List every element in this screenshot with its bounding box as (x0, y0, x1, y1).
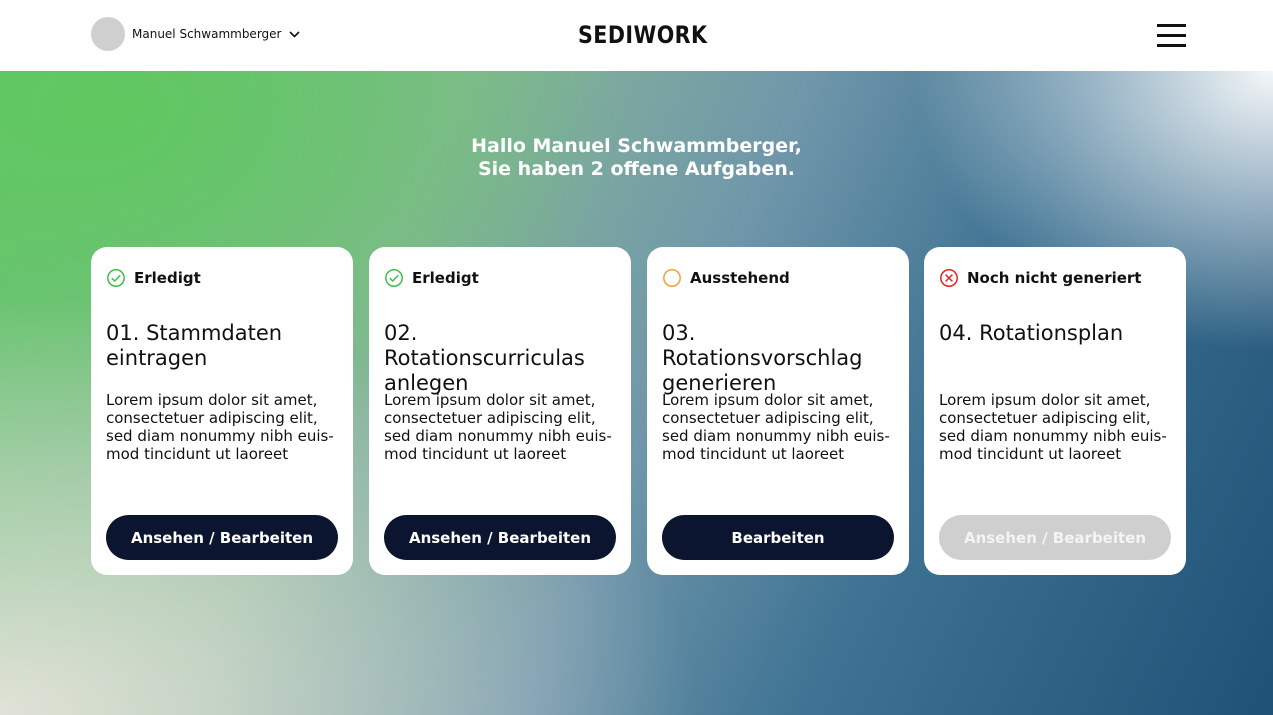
status-badge: Erledigt (106, 268, 201, 288)
avatar[interactable] (91, 17, 125, 51)
dashboard: Hallo Manuel Schwammberger, Sie haben 2 … (0, 71, 1273, 715)
view-edit-button[interactable]: Ansehen / Bearbeiten (106, 515, 338, 560)
card-description: Lorem ipsum dolor sit amet, consectetuer… (384, 391, 612, 463)
task-card-rotationscurriculas: Erledigt 02. Rotationscurriculas anlegen… (369, 247, 631, 575)
user-name: Manuel Schwammberger (132, 27, 282, 41)
status-label: Ausstehend (690, 269, 790, 287)
status-label: Erledigt (134, 269, 201, 287)
card-description: Lorem ipsum dolor sit amet, consectetuer… (662, 391, 890, 463)
status-label: Noch nicht generiert (967, 269, 1142, 287)
greeting-line-2: Sie haben 2 offene Aufgaben. (477, 158, 796, 180)
card-title: 02. Rotationscurriculas anlegen (384, 321, 585, 395)
greeting: Hallo Manuel Schwammberger, Sie haben 2 … (0, 135, 1273, 181)
card-description: Lorem ipsum dolor sit amet, consectetuer… (939, 391, 1167, 463)
status-badge: Erledigt (384, 268, 479, 288)
view-edit-button-disabled: Ansehen / Bearbeiten (939, 515, 1171, 560)
card-title: 03. Rotationsvorschlag generieren (662, 321, 863, 395)
logo: SEDIWORK (578, 21, 708, 49)
user-menu[interactable]: Manuel Schwammberger (91, 17, 300, 51)
status-badge: Noch nicht generiert (939, 268, 1141, 288)
card-description: Lorem ipsum dolor sit amet, consectetuer… (106, 391, 334, 463)
empty-circle-icon (662, 268, 682, 288)
chevron-down-icon[interactable] (288, 28, 300, 40)
edit-button[interactable]: Bearbeiten (662, 515, 894, 560)
check-circle-icon (106, 268, 126, 288)
task-card-stammdaten: Erledigt 01. Stammdaten eintragen Lorem … (91, 247, 353, 575)
hamburger-menu-icon[interactable] (1157, 23, 1187, 47)
status-badge: Ausstehend (662, 268, 790, 288)
task-card-rotationsvorschlag: Ausstehend 03. Rotationsvorschlag generi… (647, 247, 909, 575)
card-title: 04. Rotationsplan (939, 321, 1124, 345)
check-circle-icon (384, 268, 404, 288)
top-bar: Manuel Schwammberger SEDIWORK (0, 0, 1273, 71)
greeting-line-1: Hallo Manuel Schwammberger, (471, 135, 802, 157)
task-card-rotationsplan: Noch nicht generiert 04. Rotationsplan L… (924, 247, 1186, 575)
view-edit-button[interactable]: Ansehen / Bearbeiten (384, 515, 616, 560)
card-title: 01. Stammdaten eintragen (106, 321, 283, 370)
status-label: Erledigt (412, 269, 479, 287)
x-circle-icon (939, 268, 959, 288)
